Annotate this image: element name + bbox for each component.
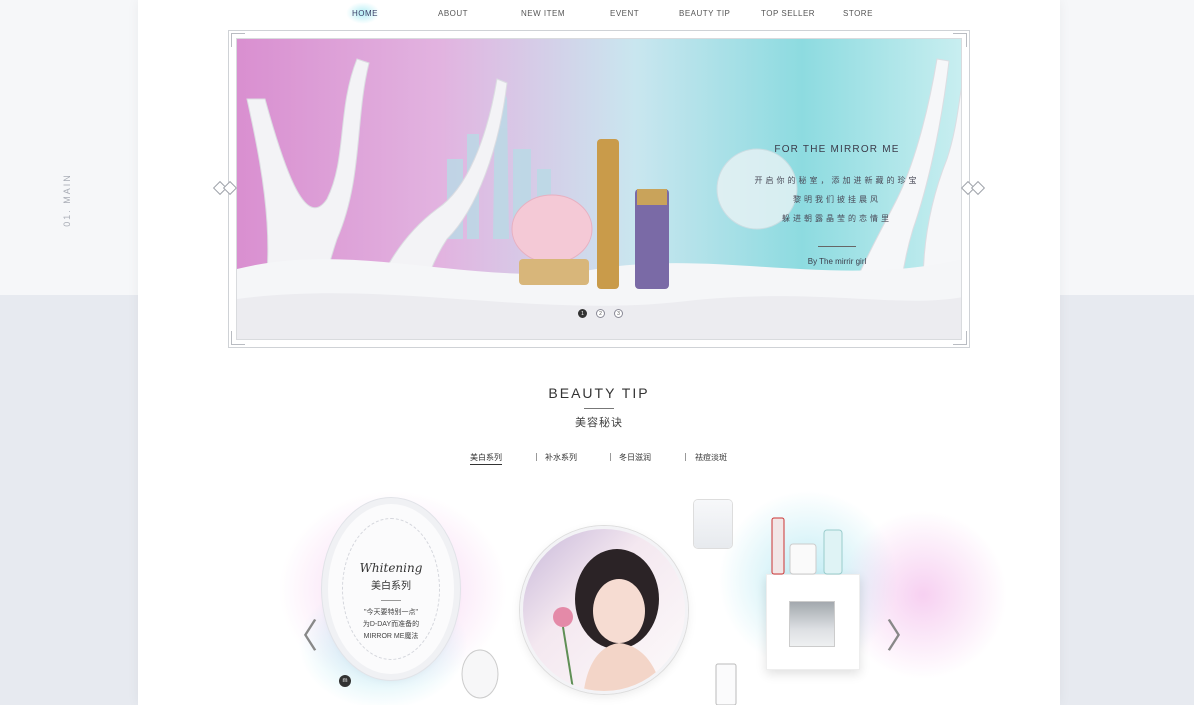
product-showcase: 〈 〉 Whitening 美白系列 "今天要特别一点" 为D-DAY而准备的 … (138, 470, 1060, 705)
chevron-right-icon[interactable]: 〉 (886, 620, 920, 654)
nav-item-beauty-tip[interactable]: BEAUTY TIP (679, 9, 730, 18)
hero-title: FOR THE MIRROR ME (774, 144, 900, 155)
section-side-label: 01. MAIN (52, 170, 82, 230)
nav-item-home[interactable]: HOME (352, 9, 378, 18)
hero-line: 黎明我们披挂晨风 (793, 195, 881, 204)
nav-item-about[interactable]: ABOUT (438, 9, 468, 18)
tab-winter-moisture[interactable]: 冬日滋润 (619, 452, 651, 463)
model-portrait (520, 526, 688, 694)
product-shelf (766, 574, 860, 670)
hero-banner[interactable]: FOR THE MIRROR ME 开启你的秘室，添加进新藏的珍宝 黎明我们披挂… (212, 30, 986, 348)
card-title: 美白系列 (371, 581, 411, 592)
diamond-ornament-icon (970, 180, 986, 196)
category-tabs: 美白系列 补水系列 冬日滋润 祛痘淡斑 (468, 452, 730, 466)
hero-byline: By The mirrir girl (807, 257, 867, 266)
tab-divider (685, 453, 686, 461)
card-script-title: Whitening (359, 561, 423, 575)
slide-dot-1[interactable]: 1 (578, 309, 587, 318)
hero-line: 躲进朝露晶莹的恋情里 (782, 214, 892, 223)
pink-glow (838, 510, 1008, 680)
hero-image: FOR THE MIRROR ME 开启你的秘室，添加进新藏的珍宝 黎明我们披挂… (236, 38, 962, 340)
card-line: MIRROR ME魔法 (363, 633, 419, 640)
nav-item-event[interactable]: EVENT (610, 9, 639, 18)
tab-hydrating[interactable]: 补水系列 (545, 452, 577, 463)
hero-divider (818, 246, 856, 247)
cushion-compact (461, 649, 499, 699)
hero-line: 开启你的秘室，添加进新藏的珍宝 (754, 176, 920, 185)
whitening-card-inner: Whitening 美白系列 "今天要特别一点" 为D-DAY而准备的 MIRR… (342, 518, 440, 660)
slide-dot-3[interactable]: 3 (614, 309, 623, 318)
diamond-ornament-icon (222, 180, 238, 196)
skincare-bottles (771, 517, 843, 575)
section-subtitle: 美容秘诀 (575, 417, 623, 429)
nav-item-store[interactable]: STORE (843, 9, 873, 18)
whitening-card[interactable]: Whitening 美白系列 "今天要特别一点" 为D-DAY而准备的 MIRR… (328, 504, 454, 674)
hero-copy: FOR THE MIRROR ME 开启你的秘室，添加进新藏的珍宝 黎明我们披挂… (737, 144, 937, 266)
tab-divider (610, 453, 611, 461)
top-nav: HOME ABOUT NEW ITEM EVENT BEAUTY TIP TOP… (138, 0, 1060, 28)
shelf-window (786, 598, 838, 650)
nav-item-top-seller[interactable]: TOP SELLER (761, 9, 815, 18)
side-label-text: 01. MAIN (62, 173, 73, 227)
tab-acne-spot[interactable]: 祛痘淡斑 (695, 452, 727, 463)
lantern-decoration (694, 500, 732, 548)
section-title: BEAUTY TIP (548, 385, 650, 401)
card-divider (381, 600, 401, 601)
cream-tube (715, 663, 737, 705)
logo-m-icon: m (339, 675, 351, 687)
model-illustration (553, 549, 662, 691)
tab-divider (536, 453, 537, 461)
chevron-left-icon[interactable]: 〈 (284, 620, 318, 654)
slide-dot-2[interactable]: 2 (596, 309, 605, 318)
card-line: "今天要特别一点" (364, 609, 418, 616)
section-divider (584, 408, 614, 409)
tab-whitening[interactable]: 美白系列 (470, 452, 502, 465)
nav-item-new-item[interactable]: NEW ITEM (521, 9, 565, 18)
slide-pagination: 1 2 3 (578, 309, 623, 318)
page-container: HOME ABOUT NEW ITEM EVENT BEAUTY TIP TOP… (138, 0, 1060, 705)
card-line: 为D-DAY而准备的 (362, 621, 420, 628)
